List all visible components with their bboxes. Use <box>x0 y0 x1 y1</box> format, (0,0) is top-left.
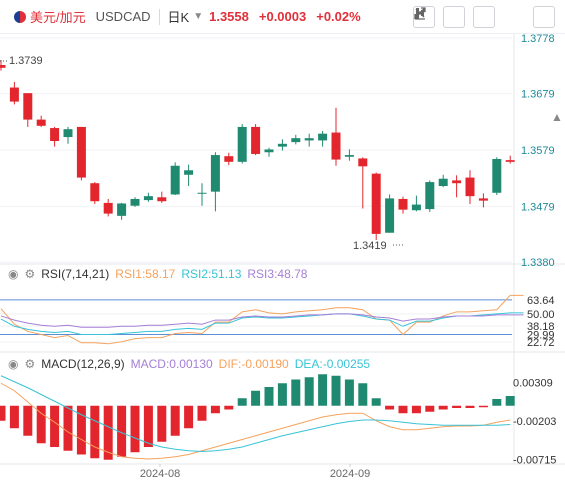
macd-tick-label: 0.00309 <box>513 378 553 390</box>
macd-bar-negative <box>36 405 46 444</box>
candle-up <box>385 198 395 233</box>
chart-canvas: 1.3778 1.3679 1.3579 1.3479 1.3380 1.3739 1.34… <box>0 33 565 480</box>
candle-up <box>63 129 73 138</box>
candle-up <box>170 165 180 195</box>
macd-bar-positive <box>264 387 274 406</box>
macd-bar-positive <box>291 379 301 406</box>
macd-bar-positive <box>505 396 515 406</box>
macd-bar-positive <box>371 398 381 406</box>
x-tick-label: 2024-09 <box>330 468 370 480</box>
candle-down <box>90 183 100 202</box>
macd-bar-negative <box>452 405 462 408</box>
rsi-tick-label: 50.00 <box>527 309 555 321</box>
rsi-line-rsi3 <box>0 313 524 328</box>
candle-up <box>411 204 421 211</box>
macd-bar-positive <box>318 374 328 406</box>
macd-bar-positive <box>344 379 354 406</box>
candle-up <box>304 138 314 141</box>
rsi-line-rsi1 <box>0 294 524 345</box>
candle-up <box>143 196 153 201</box>
macd-bar-negative <box>23 405 33 436</box>
macd-bar-negative <box>398 405 408 414</box>
price-tick-label: 1.3380 <box>521 257 555 269</box>
candle-down <box>23 93 33 120</box>
rsi-tick-label: 63.64 <box>527 295 555 307</box>
candle-up <box>318 133 328 141</box>
candle-up <box>425 182 435 210</box>
candle-down <box>157 197 167 202</box>
candle-down <box>50 128 60 141</box>
macd-bar-negative <box>478 405 488 408</box>
macd-bar-negative <box>90 405 100 459</box>
candle-up <box>237 126 247 162</box>
candle-down <box>9 87 19 102</box>
macd-bar-negative <box>170 405 180 436</box>
macd-bar-positive <box>237 398 247 406</box>
macd-bar-negative <box>224 405 234 410</box>
candle-down <box>224 156 234 162</box>
macd-bar-negative <box>411 405 421 414</box>
candle-up <box>197 192 207 194</box>
macd-bar-positive <box>251 390 261 406</box>
candle-up <box>291 138 301 143</box>
candle-down <box>452 180 462 184</box>
candle-up <box>438 178 448 187</box>
macd-bar-negative <box>143 405 153 447</box>
price-tick-label: 1.3778 <box>521 33 555 45</box>
high-price-label: 1.3739 <box>9 55 43 67</box>
candle-up <box>344 155 354 157</box>
candle-down <box>478 198 488 201</box>
macd-bar-negative <box>438 405 448 410</box>
macd-bar-negative <box>157 405 167 442</box>
candle-down <box>398 198 408 210</box>
macd-bar-negative <box>197 405 207 421</box>
macd-bar-negative <box>210 405 220 414</box>
price-tick-label: 1.3679 <box>521 89 555 101</box>
macd-bar-negative <box>425 405 435 412</box>
candle-up <box>492 159 502 193</box>
candle-down <box>358 158 368 167</box>
candle-down <box>76 126 86 178</box>
macd-bar-negative <box>50 405 60 447</box>
macd-bar-positive <box>304 377 314 406</box>
macd-bar-positive <box>358 383 368 406</box>
price-tick-label: 1.3579 <box>521 145 555 157</box>
macd-bar-negative <box>184 405 194 429</box>
price-tick-label: 1.3479 <box>521 201 555 213</box>
macd-tick-label: -0.00203 <box>513 416 556 428</box>
macd-bar-negative <box>130 405 140 453</box>
low-price-label: 1.3419 <box>353 240 387 252</box>
candle-down <box>251 126 261 154</box>
candle-down <box>465 177 475 197</box>
macd-bar-negative <box>103 405 113 460</box>
macd-tick-label: -0.00715 <box>513 454 556 466</box>
macd-bar-negative <box>385 405 395 410</box>
candle-down <box>36 119 46 126</box>
candle-up <box>210 155 220 192</box>
candle-up <box>117 203 127 216</box>
candle-up <box>130 198 140 206</box>
macd-bar-negative <box>465 405 475 408</box>
macd-bar-positive <box>492 399 502 406</box>
candle-down <box>331 132 341 160</box>
macd-bar-positive <box>277 383 287 406</box>
candle-up <box>184 170 194 175</box>
candle-up <box>264 149 274 153</box>
candle-down <box>103 202 113 214</box>
macd-bar-negative <box>9 405 19 429</box>
x-tick-label: 2024-08 <box>140 468 180 480</box>
candle-down <box>0 65 6 68</box>
macd-bar-negative <box>63 405 73 451</box>
macd-bar-positive <box>331 375 341 406</box>
macd-bar-negative <box>0 405 6 421</box>
rsi-tick-label: 22.72 <box>527 337 555 349</box>
candle-down <box>371 173 381 234</box>
candle-down <box>505 160 515 162</box>
candle-up <box>277 143 287 147</box>
